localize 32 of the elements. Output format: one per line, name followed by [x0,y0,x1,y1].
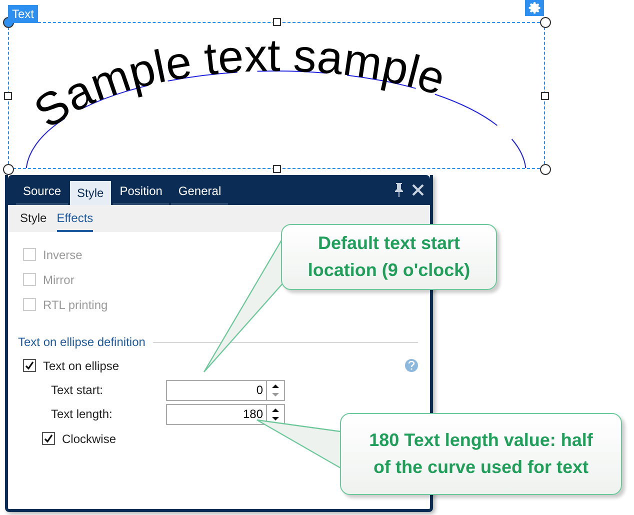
checkbox-label: Clockwise [62,432,116,446]
object-tag: Text [8,5,38,23]
resize-handle[interactable] [541,92,549,100]
checkmark-icon [25,361,34,370]
field-label: Text length: [51,407,114,421]
checkbox-label: RTL printing [43,298,108,312]
checkbox-label: Mirror [43,272,74,286]
spin-arrows-icon[interactable] [271,406,280,422]
field-label: Text start: [51,383,104,397]
resize-handle[interactable] [540,16,550,28]
subtab[interactable]: Style [20,205,47,232]
resize-handle[interactable] [540,164,550,174]
resize-handle[interactable] [272,18,280,26]
close-icon[interactable] [412,184,424,196]
resize-handle[interactable] [4,92,12,100]
section-heading: Text on ellipse definition [18,335,146,349]
resize-handle[interactable] [2,164,14,174]
number-field[interactable]: 0 [166,380,267,400]
checkbox[interactable] [42,432,55,445]
checkmark-icon [44,434,53,443]
callout-text: 180 Text length value: half of the curve used for text [369,429,593,479]
spin-arrows-icon[interactable] [271,382,280,398]
spin-buttons[interactable] [267,380,285,400]
checkbox-label: Inverse [43,248,82,262]
tab[interactable]: Style [70,181,111,205]
checkbox[interactable] [23,359,36,372]
pin-icon[interactable] [394,183,404,197]
subtab[interactable]: Effects [56,205,94,232]
number-field[interactable]: 180 [166,404,267,424]
checkbox-label: Text on ellipse [43,358,120,372]
callout-text: Default text start location (9 o'clock) [308,232,470,282]
resize-handle[interactable] [272,165,280,173]
